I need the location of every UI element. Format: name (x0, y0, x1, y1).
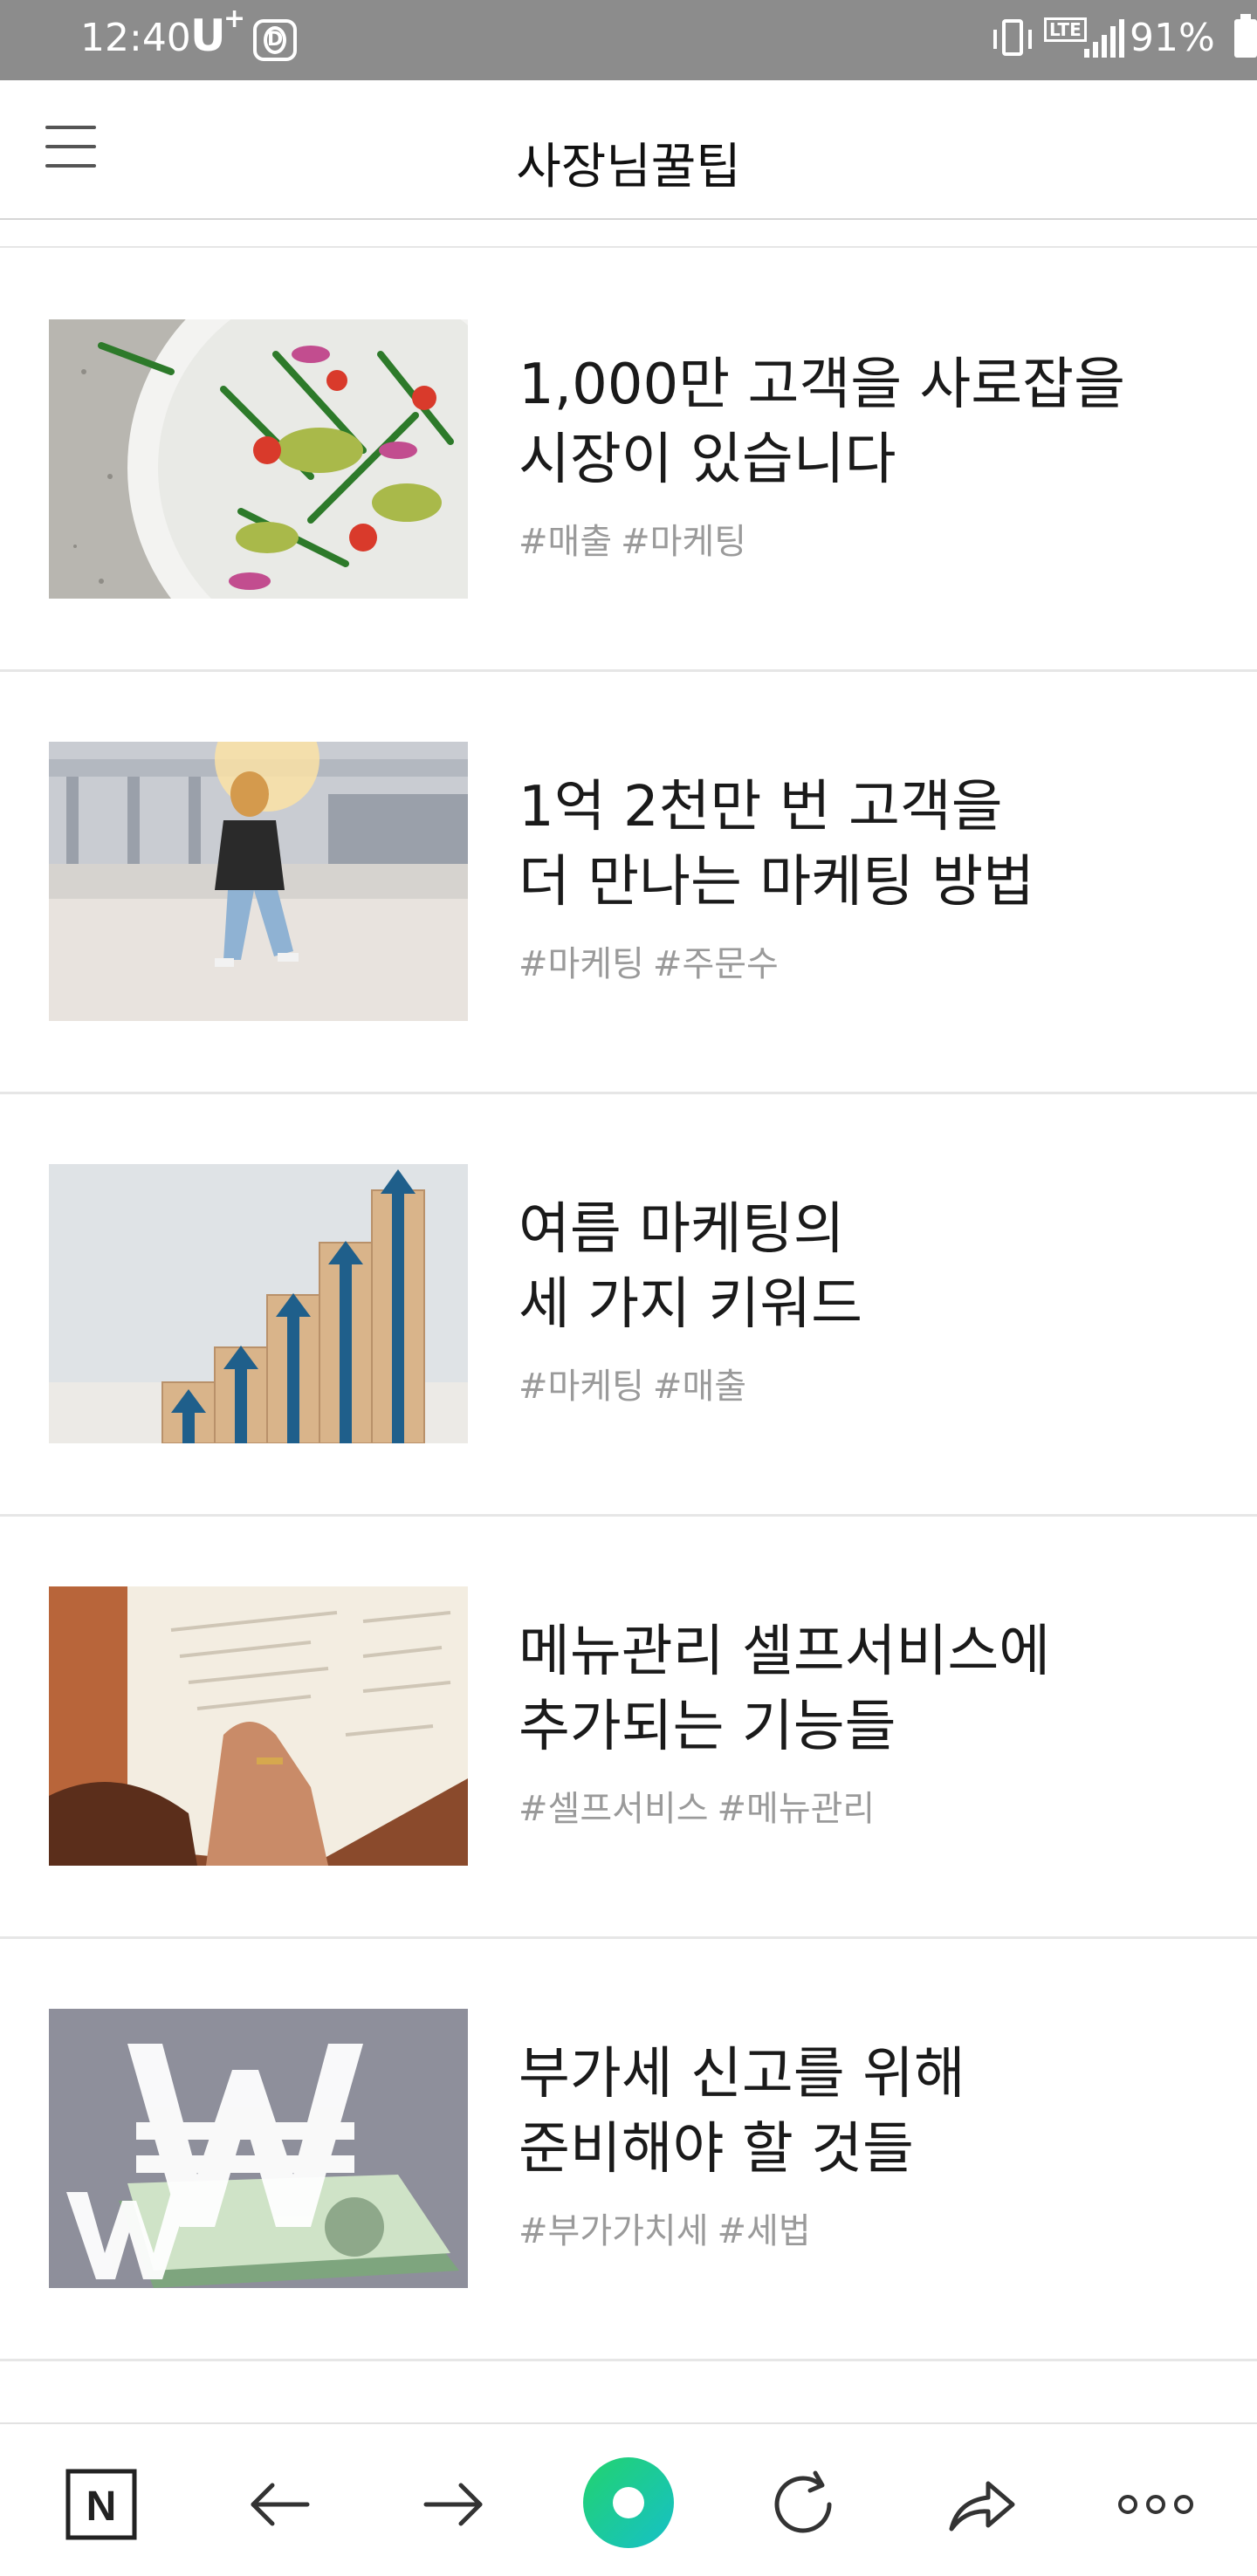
carrier-plus: + (223, 3, 246, 34)
more-icon[interactable] (1114, 2463, 1198, 2546)
status-bar: 12:40 U + D LTE 91% (0, 0, 1257, 80)
article-tag[interactable]: #주문수 (653, 944, 779, 984)
article-tags: #셀프서비스 #메뉴관리 (519, 1780, 883, 1831)
refresh-icon[interactable] (761, 2463, 845, 2546)
article-tag[interactable]: #마케팅 (621, 522, 746, 562)
article-tag[interactable]: #세법 (718, 2211, 811, 2251)
lte-icon: LTE (1044, 17, 1087, 42)
article-tag[interactable]: #부가가치세 (519, 2211, 709, 2251)
article-tags: #마케팅 #매출 (519, 1358, 755, 1408)
article-title: 1억 2천만 번 고객을 더 만나는 마케팅 방법 (519, 775, 1034, 915)
article-title: 1,000만 고객을 사로잡을 시장이 있습니다 (519, 353, 1125, 492)
app-header: 사장님꿀팁 (0, 80, 1257, 220)
signal-icon (1084, 19, 1124, 58)
article-item[interactable]: 메뉴관리 셀프서비스에 추가되는 기능들 #셀프서비스 #메뉴관리 (0, 1517, 1257, 1939)
article-item[interactable]: 여름 마케팅의 세 가지 키워드 #마케팅 #매출 (0, 1094, 1257, 1517)
article-item[interactable]: 부가세 신고를 위해 준비해야 할 것들 #부가가치세 #세법 (0, 1939, 1257, 2361)
article-tag[interactable]: #메뉴관리 (718, 1789, 876, 1829)
battery-icon (1234, 14, 1257, 58)
forward-arrow-icon[interactable] (412, 2463, 496, 2546)
article-title: 여름 마케팅의 세 가지 키워드 (519, 1197, 862, 1337)
article-tag[interactable]: #매출 (519, 522, 612, 562)
article-thumbnail-menu-book (49, 1586, 468, 1866)
article-tag[interactable]: #매출 (653, 1367, 746, 1407)
article-list: 1,000만 고객을 사로잡을 시장이 있습니다 #매출 #마케팅 1억 2천만 … (0, 250, 1257, 2361)
naver-home-icon[interactable]: N (59, 2463, 143, 2546)
page-title: 사장님꿀팁 (516, 139, 741, 195)
article-title: 메뉴관리 셀프서비스에 추가되는 기능들 (519, 1620, 1051, 1759)
carrier-label: U (190, 10, 226, 61)
share-icon[interactable] (939, 2463, 1023, 2546)
article-item[interactable]: 1,000만 고객을 사로잡을 시장이 있습니다 #매출 #마케팅 (0, 250, 1257, 672)
green-dot-icon[interactable] (581, 2456, 676, 2550)
article-thumbnail-walking-woman (49, 742, 468, 1021)
article-thumbnail-growth-blocks (49, 1164, 468, 1443)
article-thumbnail-salad (49, 319, 468, 599)
article-tags: #부가가치세 #세법 (519, 2203, 820, 2253)
article-tag[interactable]: #셀프서비스 (519, 1789, 709, 1829)
naver-home-label: N (86, 2484, 117, 2530)
article-tags: #매출 #마케팅 (519, 513, 755, 564)
d-badge-label: D (264, 26, 286, 54)
d-badge-icon: D (253, 19, 297, 61)
battery-percent: 91% (1130, 16, 1215, 60)
article-item[interactable]: 1억 2천만 번 고객을 더 만나는 마케팅 방법 #마케팅 #주문수 (0, 672, 1257, 1094)
browser-toolbar: N (0, 2422, 1257, 2576)
status-time: 12:40 (80, 16, 191, 60)
article-tag[interactable]: #마케팅 (519, 944, 644, 984)
header-divider (0, 222, 1257, 248)
article-tags: #마케팅 #주문수 (519, 935, 787, 986)
article-title: 부가세 신고를 위해 준비해야 할 것들 (519, 2042, 965, 2182)
back-arrow-icon[interactable] (237, 2463, 321, 2546)
article-tag[interactable]: #마케팅 (519, 1367, 644, 1407)
vibrate-icon (993, 19, 1032, 56)
article-thumbnail-won-money (49, 2009, 468, 2288)
